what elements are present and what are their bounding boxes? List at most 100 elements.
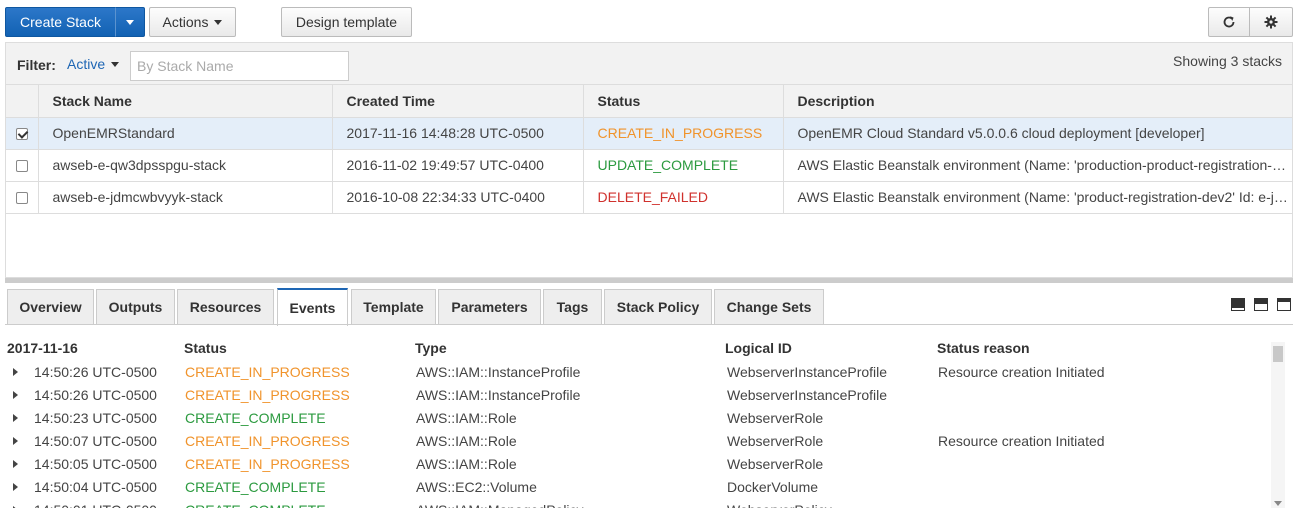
table-row[interactable]: OpenEMRStandard 2017-11-16 14:48:28 UTC-…: [6, 117, 1292, 150]
tab-label: Change Sets: [726, 299, 812, 315]
tab-stack-policy[interactable]: Stack Policy: [604, 289, 712, 324]
status-text: UPDATE_COMPLETE: [583, 149, 784, 182]
column-header-stack-name[interactable]: Stack Name: [38, 85, 333, 118]
tab-outputs[interactable]: Outputs: [96, 289, 175, 324]
row-select-cell: [6, 149, 39, 182]
event-time: 14:50:26 UTC-0500: [34, 387, 157, 403]
scrollbar-thumb[interactable]: [1273, 346, 1283, 362]
expand-arrow-icon[interactable]: [13, 460, 18, 468]
tab-label: Events: [289, 300, 336, 316]
row-checkbox[interactable]: [15, 128, 28, 141]
description-text: AWS Elastic Beanstalk environment (Name:…: [783, 181, 1292, 214]
event-row[interactable]: 14:50:05 UTC-0500 CREATE_IN_PROGRESS AWS::…: [5, 456, 1275, 479]
event-type: AWS::EC2::Volume: [416, 479, 537, 495]
design-template-button[interactable]: Design template: [281, 7, 412, 37]
tab-parameters[interactable]: Parameters: [438, 289, 541, 324]
tab-label: Overview: [19, 299, 82, 315]
tab-events[interactable]: Events: [277, 288, 348, 326]
events-status-header: Status: [184, 340, 227, 356]
chevron-down-icon: [111, 61, 120, 67]
event-logical-id: WebserverPolicy: [727, 502, 832, 508]
toolbar: Create Stack Actions Design template: [0, 0, 1313, 42]
event-row[interactable]: 14:50:07 UTC-0500 CREATE_IN_PROGRESS AWS::…: [5, 433, 1275, 456]
event-row[interactable]: 14:50:26 UTC-0500 CREATE_IN_PROGRESS AWS::…: [5, 364, 1275, 387]
created-time: 2017-11-16 14:48:28 UTC-0500: [332, 117, 584, 150]
expand-arrow-icon[interactable]: [13, 483, 18, 491]
expand-arrow-icon[interactable]: [13, 391, 18, 399]
chevron-down-icon: [126, 19, 134, 25]
row-checkbox[interactable]: [15, 160, 28, 173]
layout-maximize-top-icon[interactable]: [1277, 298, 1291, 311]
event-row[interactable]: 14:50:23 UTC-0500 CREATE_COMPLETE AWS::IAM…: [5, 410, 1275, 433]
created-time: 2016-11-02 19:49:57 UTC-0400: [332, 149, 584, 182]
event-status: CREATE_COMPLETE: [185, 502, 326, 508]
panel-resize-handle[interactable]: [5, 278, 1293, 283]
stacks-panel: Filter: Active Showing 3 stacks Stack Na…: [5, 42, 1293, 278]
tab-tags[interactable]: Tags: [543, 289, 602, 324]
column-header-description[interactable]: Description: [783, 85, 1292, 118]
event-type: AWS::IAM::Role: [416, 410, 517, 426]
tabs-divider: [5, 324, 1293, 325]
column-header-created-time[interactable]: Created Time: [332, 85, 584, 118]
column-header-status[interactable]: Status: [583, 85, 784, 118]
event-time: 14:50:01 UTC-0500: [34, 502, 157, 508]
event-logical-id: WebserverRole: [727, 410, 824, 426]
event-status-reason: Resource creation Initiated: [938, 364, 1105, 380]
status-text: CREATE_IN_PROGRESS: [583, 117, 784, 150]
event-logical-id: WebserverInstanceProfile: [727, 364, 888, 380]
stack-name-link[interactable]: OpenEMRStandard: [38, 117, 333, 150]
expand-arrow-icon[interactable]: [13, 368, 18, 376]
filter-bar: Filter: Active Showing 3 stacks: [6, 43, 1292, 85]
tab-label: Resources: [189, 299, 262, 315]
event-row[interactable]: 14:50:01 UTC-0500 CREATE_COMPLETE AWS::IAM…: [5, 502, 1275, 508]
stack-name-filter-input[interactable]: [130, 51, 349, 81]
create-stack-dropdown-button[interactable]: [115, 7, 145, 37]
event-status: CREATE_COMPLETE: [185, 410, 326, 426]
refresh-button[interactable]: [1208, 7, 1250, 37]
layout-maximize-bottom-icon[interactable]: [1231, 298, 1245, 311]
create-stack-button[interactable]: Create Stack: [5, 7, 116, 37]
refresh-icon: [1223, 16, 1235, 28]
layout-split-icon[interactable]: [1254, 298, 1268, 311]
table-row[interactable]: awseb-e-qw3dpsspgu-stack 2016-11-02 19:4…: [6, 149, 1292, 182]
row-checkbox[interactable]: [15, 192, 28, 205]
event-row[interactable]: 14:50:26 UTC-0500 CREATE_IN_PROGRESS AWS::…: [5, 387, 1275, 410]
tab-resources[interactable]: Resources: [177, 289, 274, 324]
event-time: 14:50:07 UTC-0500: [34, 433, 157, 449]
tab-overview[interactable]: Overview: [7, 289, 94, 324]
tab-label: Tags: [556, 299, 589, 315]
stack-count: Showing 3 stacks: [1173, 53, 1282, 69]
chevron-down-icon: [214, 19, 223, 25]
tab-template[interactable]: Template: [351, 289, 436, 324]
event-row[interactable]: 14:50:04 UTC-0500 CREATE_COMPLETE AWS::EC2…: [5, 479, 1275, 502]
event-time: 14:50:26 UTC-0500: [34, 364, 157, 380]
table-row[interactable]: awseb-e-jdmcwbvyyk-stack 2016-10-08 22:3…: [6, 181, 1292, 214]
expand-arrow-icon[interactable]: [13, 414, 18, 422]
gear-icon: [1264, 15, 1278, 29]
filter-status-label: Active: [67, 56, 106, 72]
tab-change-sets[interactable]: Change Sets: [714, 289, 824, 324]
description-text: AWS Elastic Beanstalk environment (Name:…: [783, 149, 1292, 182]
tab-label: Template: [363, 299, 424, 315]
event-status: CREATE_IN_PROGRESS: [185, 387, 350, 403]
event-type: AWS::IAM::Role: [416, 456, 517, 472]
settings-button[interactable]: [1249, 7, 1293, 37]
description-text: OpenEMR Cloud Standard v5.0.0.6 cloud de…: [783, 117, 1292, 150]
events-reason-header: Status reason: [937, 340, 1030, 356]
events-logical-id-header: Logical ID: [725, 340, 792, 356]
expand-arrow-icon[interactable]: [13, 437, 18, 445]
stack-name-link[interactable]: awseb-e-qw3dpsspgu-stack: [38, 149, 333, 182]
event-type: AWS::IAM::InstanceProfile: [416, 364, 581, 380]
event-status: CREATE_IN_PROGRESS: [185, 456, 350, 472]
tab-label: Stack Policy: [616, 299, 700, 315]
tab-label: Outputs: [108, 299, 163, 315]
filter-status-dropdown[interactable]: Active: [67, 56, 120, 72]
scroll-down-icon[interactable]: [1274, 501, 1282, 506]
stack-name-link[interactable]: awseb-e-jdmcwbvyyk-stack: [38, 181, 333, 214]
created-time: 2016-10-08 22:34:33 UTC-0400: [332, 181, 584, 214]
events-scrollbar[interactable]: [1271, 342, 1285, 508]
events-type-header: Type: [415, 340, 447, 356]
actions-button[interactable]: Actions: [149, 7, 236, 37]
row-select-cell: [6, 117, 39, 150]
detail-tabs: Overview Outputs Resources Events Templa…: [5, 286, 1293, 326]
